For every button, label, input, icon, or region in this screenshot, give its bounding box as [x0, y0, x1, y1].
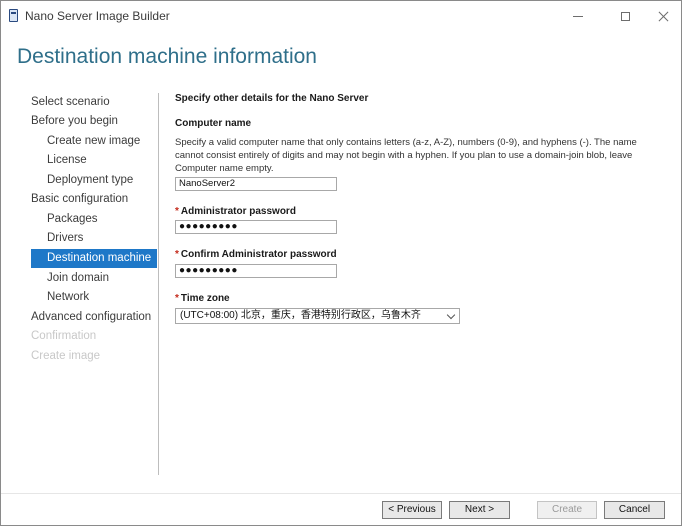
- nav-divider: [158, 93, 159, 475]
- nav-item-network[interactable]: Network: [47, 288, 89, 307]
- chevron-down-icon: [446, 310, 456, 320]
- confirm-password-input[interactable]: ●●●●●●●●●: [175, 264, 337, 278]
- nav-item-create-new-image[interactable]: Create new image: [47, 132, 140, 151]
- time-zone-label: * Time zone: [175, 293, 230, 304]
- admin-password-label-text: Administrator password: [180, 206, 296, 217]
- nav-item-drivers[interactable]: Drivers: [47, 229, 83, 248]
- close-icon: [658, 11, 669, 22]
- time-zone-label-text: Time zone: [180, 293, 230, 304]
- confirm-password-label: * Confirm Administrator password: [175, 249, 337, 260]
- cancel-button[interactable]: Cancel: [604, 501, 665, 519]
- required-marker: *: [175, 293, 179, 304]
- nav-item-basic-configuration[interactable]: Basic configuration: [31, 190, 128, 209]
- time-zone-select[interactable]: (UTC+08:00) 北京，重庆，香港特别行政区，乌鲁木齐: [175, 308, 460, 324]
- nav-item-create-image: Create image: [31, 350, 101, 362]
- nav-item-license[interactable]: License: [47, 151, 87, 170]
- window-title: Nano Server Image Builder: [25, 9, 170, 23]
- nav-item-deployment-type[interactable]: Deployment type: [47, 171, 133, 190]
- maximize-button[interactable]: [608, 1, 642, 31]
- section-title: Specify other details for the Nano Serve…: [175, 93, 369, 104]
- computer-name-description: Specify a valid computer name that only …: [175, 137, 637, 174]
- minimize-icon: [573, 15, 583, 17]
- nav-item-confirmation: Confirmation: [31, 330, 97, 342]
- admin-password-label: * Administrator password: [175, 206, 296, 217]
- time-zone-selected-value: (UTC+08:00) 北京，重庆，香港特别行政区，乌鲁木齐: [180, 310, 421, 321]
- admin-password-input[interactable]: ●●●●●●●●●: [175, 220, 337, 234]
- confirm-password-label-text: Confirm Administrator password: [180, 249, 337, 260]
- nav-item-select-scenario[interactable]: Select scenario: [31, 93, 110, 112]
- previous-button[interactable]: < Previous: [382, 501, 442, 519]
- close-button[interactable]: [646, 1, 680, 31]
- nav-item-before-you-begin[interactable]: Before you begin: [31, 112, 118, 131]
- footer-divider: [1, 493, 681, 494]
- title-bar[interactable]: Nano Server Image Builder: [1, 1, 681, 31]
- nav-item-join-domain[interactable]: Join domain: [47, 269, 109, 288]
- nav-item-destination-machine[interactable]: Destination machine: [31, 249, 157, 268]
- maximize-icon: [620, 11, 630, 21]
- computer-name-input[interactable]: NanoServer2: [175, 177, 337, 191]
- page-title: Destination machine information: [17, 45, 317, 68]
- required-marker: *: [175, 206, 179, 217]
- computer-name-label: Computer name: [175, 118, 252, 129]
- next-button[interactable]: Next >: [449, 501, 510, 519]
- nav-item-advanced-configuration[interactable]: Advanced configuration: [31, 308, 151, 327]
- nav-item-packages[interactable]: Packages: [47, 210, 98, 229]
- minimize-button[interactable]: [561, 1, 595, 31]
- required-marker: *: [175, 249, 179, 260]
- app-icon: [9, 9, 18, 22]
- create-button: Create: [537, 501, 597, 519]
- app-window: Nano Server Image Builder Destination ma…: [0, 0, 682, 526]
